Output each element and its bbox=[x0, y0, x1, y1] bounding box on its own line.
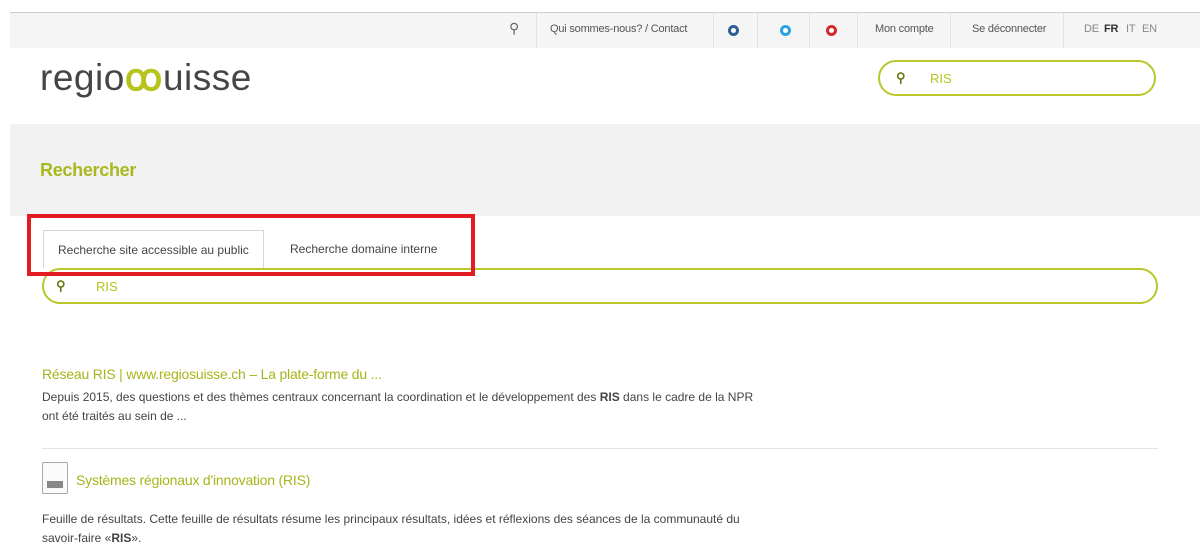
search-icon: ⚲ bbox=[896, 70, 906, 85]
divider bbox=[1063, 13, 1064, 48]
divider bbox=[950, 13, 951, 48]
search-result-snippet-block: Feuille de résultats. Cette feuille de r… bbox=[42, 510, 802, 548]
snippet-text: ». bbox=[131, 531, 142, 545]
page-title-band: Rechercher bbox=[10, 124, 1200, 216]
about-contact-link[interactable]: Qui sommes-nous? / Contact bbox=[550, 23, 687, 35]
result-title-link[interactable]: Systèmes régionaux d'innovation (RIS) bbox=[76, 472, 836, 488]
search-icon[interactable]: ⚲ bbox=[509, 20, 519, 37]
top-bar: ⚲ Qui sommes-nous? / Contact Mon compte … bbox=[10, 12, 1200, 48]
main-search-value: RIS bbox=[96, 279, 118, 294]
divider bbox=[536, 13, 537, 48]
logout-link[interactable]: Se déconnecter bbox=[972, 23, 1046, 35]
linkedin-icon[interactable] bbox=[728, 25, 739, 36]
twitter-icon[interactable] bbox=[780, 25, 791, 36]
result-snippet: Depuis 2015, des questions et des thèmes… bbox=[42, 388, 762, 426]
snippet-highlight: RIS bbox=[111, 531, 132, 545]
pdf-icon bbox=[42, 462, 68, 494]
search-result: Réseau RIS | www.regiosuisse.ch – La pla… bbox=[42, 366, 802, 426]
snippet-text: Feuille de résultats. Cette feuille de r… bbox=[42, 512, 740, 545]
page-title: Rechercher bbox=[40, 160, 137, 180]
divider bbox=[857, 13, 858, 48]
divider bbox=[713, 13, 714, 48]
site-header: regioꝏuisse ⚲ RIS bbox=[10, 48, 1200, 124]
lang-de[interactable]: DE bbox=[1084, 23, 1099, 35]
youtube-icon[interactable] bbox=[826, 25, 837, 36]
result-snippet: Feuille de résultats. Cette feuille de r… bbox=[42, 510, 762, 548]
logo-text-right: uisse bbox=[162, 57, 252, 98]
lang-fr[interactable]: FR bbox=[1104, 23, 1118, 35]
annotation-highlight-box bbox=[27, 214, 475, 276]
regiosuisse-logo[interactable]: regioꝏuisse bbox=[40, 56, 252, 99]
result-title-link[interactable]: Réseau RIS | www.regiosuisse.ch – La pla… bbox=[42, 366, 802, 382]
snippet-highlight: RIS bbox=[599, 390, 620, 404]
logo-mark: ꝏ bbox=[124, 57, 163, 98]
my-account-link[interactable]: Mon compte bbox=[875, 23, 934, 35]
snippet-text: Depuis 2015, des questions et des thèmes… bbox=[42, 390, 600, 404]
lang-it[interactable]: IT bbox=[1126, 23, 1136, 35]
divider bbox=[809, 13, 810, 48]
header-search-input[interactable]: ⚲ RIS bbox=[878, 60, 1156, 96]
lang-en[interactable]: EN bbox=[1142, 23, 1157, 35]
divider bbox=[757, 13, 758, 48]
result-divider bbox=[42, 448, 1158, 449]
logo-text-left: regio bbox=[40, 57, 125, 98]
header-search-value: RIS bbox=[930, 71, 952, 86]
search-result: Systèmes régionaux d'innovation (RIS) bbox=[76, 472, 836, 488]
search-icon: ⚲ bbox=[56, 278, 66, 293]
